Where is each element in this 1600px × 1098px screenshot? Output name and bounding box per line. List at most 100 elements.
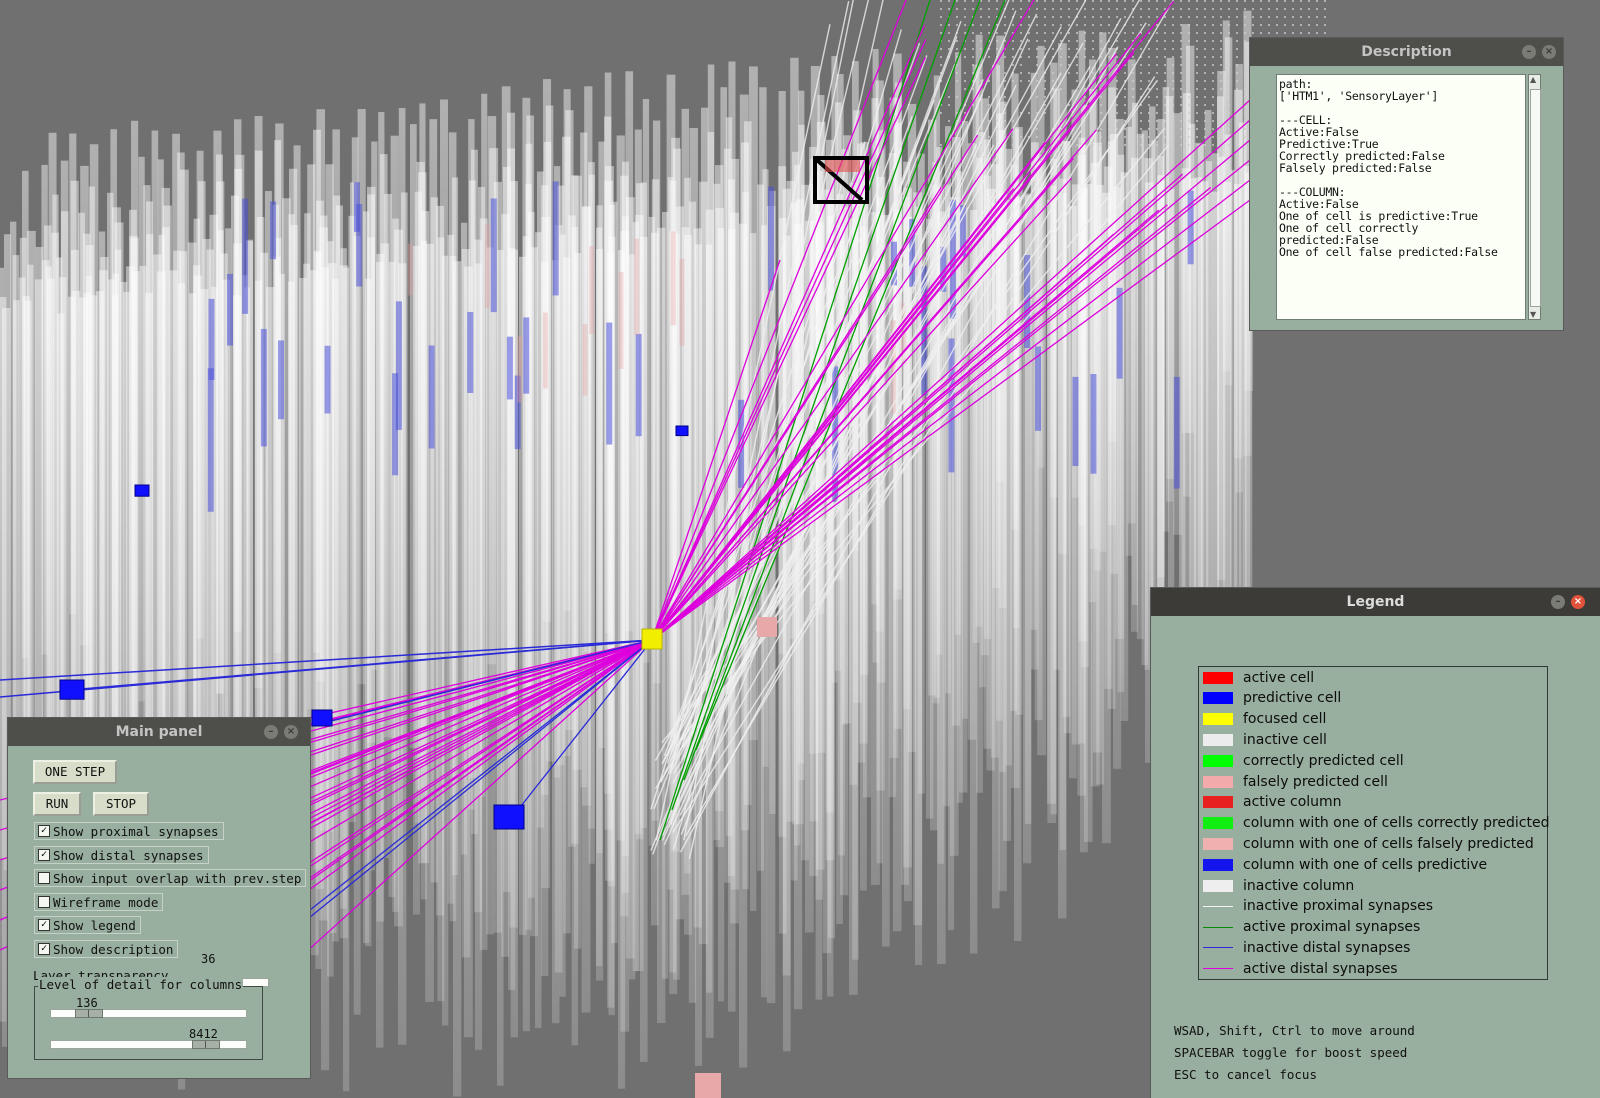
checkbox-1[interactable]: ✓	[38, 849, 50, 861]
predictive-cell[interactable]	[493, 804, 525, 830]
show-proximal-synapses-checkbox[interactable]: ✓ Show proximal synapses	[34, 822, 224, 840]
grid-dot	[1140, 128, 1142, 130]
close-icon[interactable]: ×	[1571, 595, 1585, 609]
grid-dot	[1148, 112, 1150, 114]
grid-dot	[940, 0, 942, 2]
grid-dot	[1092, 0, 1094, 2]
falsely-predicted-column	[542, 312, 548, 389]
checkbox-0[interactable]: ✓	[38, 825, 50, 837]
grid-dot	[1052, 80, 1054, 82]
predictive-cell[interactable]	[675, 425, 689, 437]
predictive-column	[1035, 346, 1042, 431]
grid-dot	[996, 8, 998, 10]
grid-dot	[940, 64, 942, 66]
grid-dot	[1132, 72, 1134, 74]
grid-dot	[1100, 48, 1102, 50]
grid-dot	[1180, 40, 1182, 42]
grid-dot	[1012, 40, 1014, 42]
checkbox-2[interactable]	[38, 872, 50, 884]
legend-item: active proximal synapses	[1203, 917, 1420, 938]
predictive-cell[interactable]	[59, 679, 85, 700]
grid-dot	[1108, 16, 1110, 18]
grid-dot	[1172, 72, 1174, 74]
show-input-overlap-checkbox[interactable]: Show input overlap with prev.step	[34, 869, 307, 887]
grid-dot	[1052, 16, 1054, 18]
minimize-icon[interactable]: –	[1551, 595, 1565, 609]
scroll-down-icon[interactable]: ▼	[1530, 310, 1536, 319]
checkbox-5[interactable]: ✓	[38, 943, 50, 955]
slider-handle[interactable]	[192, 1040, 220, 1049]
show-description-checkbox[interactable]: ✓ Show description	[34, 940, 179, 958]
grid-dot	[1300, 24, 1302, 26]
wireframe-mode-checkbox[interactable]: Wireframe mode	[34, 893, 164, 911]
grid-dot	[1060, 32, 1062, 34]
minimize-icon[interactable]: –	[264, 725, 278, 739]
column-bar	[642, 99, 650, 663]
checkbox-3[interactable]	[38, 896, 50, 908]
legend-item: inactive column	[1203, 875, 1354, 896]
grid-dot	[1156, 16, 1158, 18]
grid-dot	[1140, 48, 1142, 50]
grid-dot	[948, 32, 950, 34]
predictive-column	[227, 273, 234, 346]
focused-cell[interactable]	[641, 628, 663, 650]
stop-button[interactable]: STOP	[93, 792, 149, 816]
run-button[interactable]: RUN	[33, 792, 81, 816]
grid-dot	[988, 56, 990, 58]
grid-dot	[1036, 128, 1038, 130]
legend-titlebar[interactable]: Legend – ×	[1151, 588, 1600, 616]
grid-dot	[1116, 56, 1118, 58]
main-panel-window: Main panel – × ONE STEP RUN STOP ✓ Show p…	[8, 718, 310, 1078]
grid-dot	[1300, 16, 1302, 18]
description-scrollbar[interactable]: ▲ ▼	[1528, 74, 1541, 320]
scroll-up-icon[interactable]: ▲	[1530, 75, 1536, 84]
description-text[interactable]: path: ['HTM1', 'SensoryLayer'] ---CELL: …	[1276, 74, 1526, 320]
grid-dot	[1148, 80, 1150, 82]
grid-dot	[1204, 48, 1206, 50]
checkbox-4[interactable]: ✓	[38, 919, 50, 931]
grid-dot	[1076, 40, 1078, 42]
grid-dot	[1044, 40, 1046, 42]
grid-dot	[948, 24, 950, 26]
grid-dot	[1220, 40, 1222, 42]
description-titlebar[interactable]: Description – ×	[1250, 38, 1563, 66]
grid-dot	[1292, 32, 1294, 34]
show-legend-checkbox[interactable]: ✓ Show legend	[34, 916, 141, 934]
column-bar	[22, 170, 29, 659]
one-step-button[interactable]: ONE STEP	[33, 760, 117, 784]
falsely-predicted-cell[interactable]	[757, 617, 777, 637]
legend-label: predictive cell	[1243, 690, 1342, 707]
grid-dot	[1092, 8, 1094, 10]
grid-dot	[1156, 8, 1158, 10]
legend-label: correctly predicted cell	[1243, 752, 1404, 769]
grid-dot	[1164, 0, 1166, 2]
grid-dot	[1228, 112, 1230, 114]
lod-max-slider[interactable]	[50, 1040, 247, 1049]
grid-dot	[1220, 0, 1222, 2]
grid-dot	[980, 40, 982, 42]
predictive-cell[interactable]	[134, 484, 150, 497]
grid-dot	[1260, 24, 1262, 26]
scrollbar-thumb[interactable]	[1530, 89, 1541, 307]
grid-dot	[1276, 0, 1278, 2]
grid-dot	[1324, 0, 1326, 2]
grid-dot	[1204, 120, 1206, 122]
falsely-predicted-cell[interactable]	[695, 1073, 721, 1098]
grid-dot	[1292, 0, 1294, 2]
grid-dot	[1156, 40, 1158, 42]
slider-handle[interactable]	[75, 1009, 103, 1018]
grid-dot	[1220, 104, 1222, 106]
predictive-cell[interactable]	[311, 709, 333, 727]
grid-dot	[1092, 40, 1094, 42]
show-distal-synapses-checkbox[interactable]: ✓ Show distal synapses	[34, 846, 209, 864]
minimize-icon[interactable]: –	[1522, 45, 1536, 59]
column-bar	[41, 164, 48, 655]
grid-dot	[1204, 32, 1206, 34]
close-icon[interactable]: ×	[1542, 45, 1556, 59]
grid-dot	[1188, 80, 1190, 82]
close-icon[interactable]: ×	[284, 725, 298, 739]
lod-min-slider[interactable]	[50, 1009, 247, 1018]
main-panel-titlebar[interactable]: Main panel – ×	[8, 718, 310, 746]
grid-dot	[1092, 32, 1094, 34]
grid-dot	[1196, 120, 1198, 122]
